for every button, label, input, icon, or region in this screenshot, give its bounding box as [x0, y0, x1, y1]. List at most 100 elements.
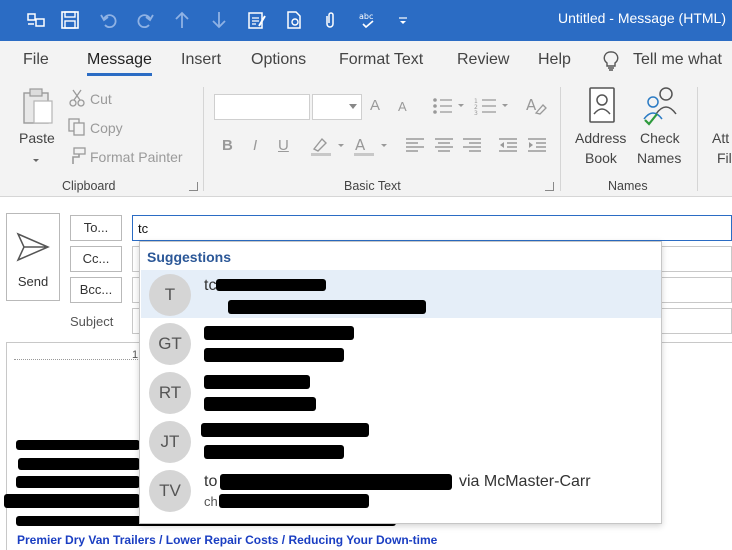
edit-message-icon[interactable]: [245, 8, 269, 32]
redacted-text: [16, 476, 140, 488]
ruler: [14, 348, 140, 360]
bullets-icon[interactable]: [432, 97, 466, 120]
shrink-font-button[interactable]: A: [398, 99, 407, 114]
suggestion-item[interactable]: RT: [141, 368, 661, 416]
svg-text:A: A: [355, 136, 366, 154]
avatar: GT: [149, 323, 191, 365]
cut-icon[interactable]: [68, 89, 86, 112]
suggestion-item[interactable]: TV to via McMaster-Carr ch: [141, 466, 661, 514]
ribbon: Paste Cut Copy Format Painter Clipboard …: [0, 79, 732, 197]
align-center-icon[interactable]: [434, 137, 454, 158]
svg-text:3: 3: [474, 110, 478, 115]
subject-label: Subject: [70, 314, 114, 329]
clipboard-launcher-icon[interactable]: [189, 182, 198, 191]
redacted-text: [16, 440, 140, 450]
paste-icon[interactable]: [20, 87, 56, 132]
attach-file-label-2[interactable]: Fil: [717, 150, 732, 166]
avatar: T: [149, 274, 191, 316]
tab-insert[interactable]: Insert: [181, 51, 221, 69]
spelling-icon[interactable]: abc: [356, 8, 380, 32]
to-button[interactable]: To...: [70, 215, 122, 241]
address-book-icon[interactable]: [587, 86, 617, 131]
attach-icon[interactable]: [318, 8, 342, 32]
format-painter-icon[interactable]: [68, 147, 86, 170]
check-names-label-2[interactable]: Names: [637, 150, 681, 166]
copy-button[interactable]: Copy: [90, 120, 123, 136]
suggestion-item[interactable]: T tc: [141, 270, 661, 318]
arrow-up-icon[interactable]: [170, 8, 194, 32]
redacted-text: [204, 326, 354, 340]
italic-button[interactable]: I: [253, 137, 257, 154]
basic-text-launcher-icon[interactable]: [545, 182, 554, 191]
increase-indent-icon[interactable]: [527, 137, 547, 158]
cc-button[interactable]: Cc...: [70, 246, 122, 272]
format-painter-button[interactable]: Format Painter: [90, 149, 183, 165]
suggestion-item[interactable]: GT: [141, 319, 661, 367]
tell-me-box[interactable]: Tell me what: [633, 51, 722, 69]
paste-dropdown-icon[interactable]: [31, 152, 41, 170]
basic-text-group-label: Basic Text: [344, 179, 401, 193]
redacted-text: [204, 445, 344, 459]
decrease-indent-icon[interactable]: [498, 137, 518, 158]
send-icon: [16, 232, 50, 262]
check-names-label-1[interactable]: Check: [640, 130, 680, 146]
redacted-text: [219, 494, 369, 508]
body-link[interactable]: Premier Dry Van Trailers / Lower Repair …: [17, 533, 437, 547]
font-size-combo[interactable]: [312, 94, 362, 120]
redacted-text: [201, 423, 369, 437]
cut-button[interactable]: Cut: [90, 91, 112, 107]
send-label: Send: [17, 274, 49, 289]
underline-button[interactable]: U: [278, 137, 289, 154]
check-names-icon[interactable]: [641, 84, 681, 131]
redacted-text: [204, 397, 316, 411]
bold-button[interactable]: B: [222, 137, 233, 154]
undo-icon[interactable]: [97, 8, 121, 32]
paste-button[interactable]: Paste: [19, 130, 55, 146]
tab-help[interactable]: Help: [538, 51, 571, 69]
font-name-combo[interactable]: [214, 94, 310, 120]
align-right-icon[interactable]: [462, 137, 482, 158]
redacted-text: [220, 474, 452, 490]
numbering-icon[interactable]: 123: [474, 97, 514, 120]
bcc-button[interactable]: Bcc...: [70, 277, 122, 303]
send-button[interactable]: Send: [6, 213, 60, 301]
tab-file[interactable]: File: [23, 51, 49, 69]
redacted-text: [216, 279, 326, 291]
ruler-mark: 1: [132, 349, 139, 361]
to-input[interactable]: tc: [132, 215, 732, 241]
tab-format-text[interactable]: Format Text: [339, 51, 423, 69]
customize-qat-icon[interactable]: [391, 8, 415, 32]
address-book-label-2[interactable]: Book: [585, 150, 617, 166]
redacted-text: [204, 348, 344, 362]
tab-message[interactable]: Message: [87, 51, 152, 76]
clipboard-group-label: Clipboard: [62, 179, 116, 193]
avatar: RT: [149, 372, 191, 414]
copy-icon[interactable]: [68, 118, 86, 141]
attach-file-label-1[interactable]: Att: [712, 130, 729, 146]
print-preview-icon[interactable]: [282, 8, 306, 32]
separator: [560, 87, 561, 191]
suggestions-title: Suggestions: [147, 249, 232, 265]
align-left-icon[interactable]: [405, 137, 425, 158]
svg-text:abc: abc: [359, 12, 373, 21]
redacted-text: [204, 375, 310, 389]
separator: [203, 87, 204, 191]
font-color-icon[interactable]: A: [353, 135, 389, 162]
tab-review[interactable]: Review: [457, 51, 509, 69]
clear-formatting-icon[interactable]: A: [525, 95, 547, 122]
redo-icon[interactable]: [133, 8, 157, 32]
suggestion-item[interactable]: JT: [141, 417, 661, 465]
avatar: JT: [149, 421, 191, 463]
save-icon[interactable]: [58, 8, 82, 32]
tab-options[interactable]: Options: [251, 51, 306, 69]
highlight-icon[interactable]: [310, 135, 346, 162]
window-title: Untitled - Message (HTML): [557, 10, 726, 26]
suggestion-name: tc: [204, 277, 217, 294]
grow-font-button[interactable]: A: [370, 97, 380, 114]
title-bar: abc Untitled - Message (HTML): [0, 0, 732, 41]
names-group-label: Names: [608, 179, 648, 193]
address-book-label-1[interactable]: Address: [575, 130, 626, 146]
arrow-down-icon[interactable]: [207, 8, 231, 32]
svg-text:A: A: [526, 96, 537, 114]
outlook-icon[interactable]: [24, 8, 48, 32]
